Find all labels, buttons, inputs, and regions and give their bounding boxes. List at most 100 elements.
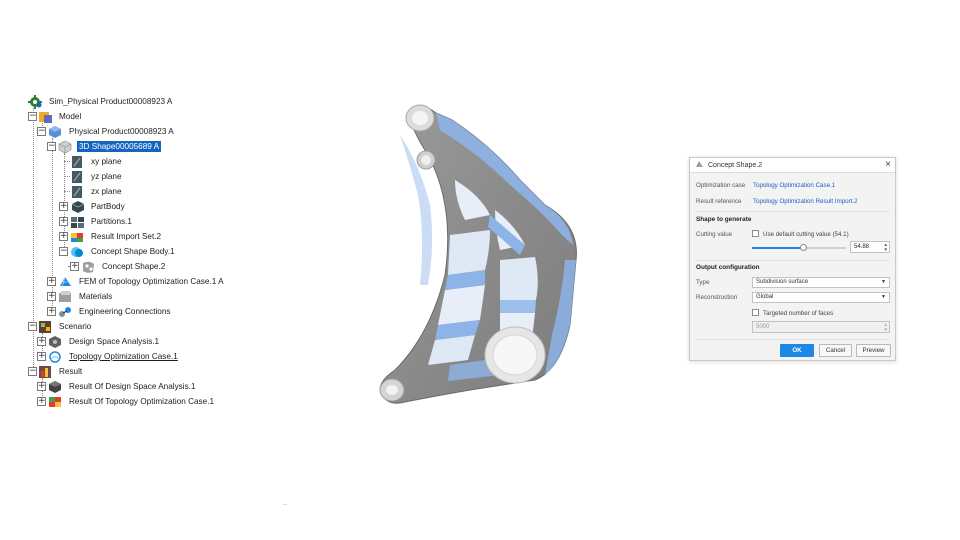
tree-item-scenario[interactable]: Scenario (38, 319, 93, 334)
cutting-value-field[interactable]: 54.88 (854, 244, 869, 250)
bottom-boss (379, 378, 405, 402)
divider (696, 339, 889, 340)
expand-toggle[interactable]: + (59, 202, 68, 211)
fem-icon (58, 275, 73, 289)
design-result-icon (48, 380, 63, 394)
tree-item-label: Result Import Set.2 (91, 232, 162, 241)
collapse-toggle[interactable]: − (28, 112, 37, 121)
collapse-toggle[interactable]: − (37, 127, 46, 136)
tree-item-design-space-result[interactable]: Result Of Design Space Analysis.1 (48, 379, 198, 394)
type-select[interactable]: Subdivision surface ▼ (752, 277, 890, 288)
ok-button[interactable]: OK (780, 344, 814, 357)
reconstruction-label: Reconstruction (696, 294, 738, 301)
3d-shape-icon (58, 140, 73, 154)
expand-toggle[interactable]: + (47, 277, 56, 286)
tree-item-zx-plane[interactable]: zx plane (70, 184, 124, 199)
tree-item-label: Topology Optimization Case.1 (69, 352, 178, 361)
collapse-toggle[interactable]: − (28, 322, 37, 331)
tree-item-yz-plane[interactable]: yz plane (70, 169, 124, 184)
tree-item-label: Sim_Physical Product00008923 A (49, 97, 173, 106)
tree-item-label: Model (59, 112, 82, 121)
tree-item-partitions[interactable]: Partitions.1 (70, 214, 134, 229)
faces-count-field[interactable]: 5000 (756, 324, 769, 330)
large-bore (484, 326, 546, 384)
specification-tree: Sim_Physical Product00008923 A − Model −… (0, 0, 300, 540)
tree-item-root[interactable]: Sim_Physical Product00008923 A (28, 94, 174, 109)
reconstruction-select[interactable]: Global ▼ (752, 292, 890, 303)
use-default-checkbox[interactable] (752, 230, 759, 237)
result-icon (38, 365, 53, 379)
faces-count-stepper[interactable]: 5000 ▲ ▼ (752, 321, 890, 333)
tree-item-materials[interactable]: Materials (58, 289, 114, 304)
collapse-toggle[interactable]: − (59, 247, 68, 256)
preview-button[interactable]: Preview (856, 344, 891, 357)
tree-item-label: zx plane (91, 187, 122, 196)
type-value: Subdivision surface (756, 279, 809, 285)
tree-item-label: Concept Shape.2 (102, 262, 166, 271)
dialog-title: Concept Shape.2 (708, 161, 763, 169)
tree-item-label: Scenario (59, 322, 92, 331)
tree-item-result-import-set[interactable]: Result Import Set.2 (70, 229, 163, 244)
tree-item-label: Result Of Topology Optimization Case.1 (69, 397, 215, 406)
cutting-slider-fill (752, 247, 804, 249)
bracket-model[interactable] (340, 85, 630, 425)
tree-item-label: Concept Shape Body.1 (91, 247, 175, 256)
tree-item-label: 3D Shape00005689 A (77, 141, 162, 152)
tree-item-xy-plane[interactable]: xy plane (70, 154, 124, 169)
cancel-button[interactable]: Cancel (819, 344, 852, 357)
plane-icon (70, 185, 85, 199)
expand-toggle[interactable]: + (47, 307, 56, 316)
targeted-faces-checkbox[interactable] (752, 309, 759, 316)
collapse-toggle[interactable]: − (28, 367, 37, 376)
collapse-toggle[interactable]: − (47, 142, 56, 151)
expand-toggle[interactable]: + (37, 382, 46, 391)
expand-toggle[interactable]: + (37, 397, 46, 406)
reconstruction-value: Global (756, 294, 774, 300)
close-icon[interactable]: × (885, 159, 891, 170)
tree-item-label: yz plane (91, 172, 122, 181)
upper-boss (416, 150, 436, 170)
tree-item-model[interactable]: Model (38, 109, 83, 124)
cutting-value-stepper[interactable]: 54.88 ▲ ▼ (850, 241, 890, 253)
cutting-slider-thumb[interactable] (800, 244, 808, 251)
plane-icon (70, 155, 85, 169)
stepper-arrows-icon[interactable]: ▲ ▼ (884, 242, 888, 252)
optimization-case-link[interactable]: Topology Optimization Case.1 (753, 182, 835, 189)
concept-shape-dialog: Concept Shape.2 × Optimization case Topo… (689, 157, 896, 361)
optimization-case-label: Optimization case (696, 182, 746, 189)
tree-item-concept-shape-body[interactable]: Concept Shape Body.1 (70, 244, 177, 259)
expand-toggle[interactable]: + (59, 217, 68, 226)
3d-viewport[interactable] (340, 85, 630, 425)
shape-section-title: Shape to generate (696, 216, 752, 223)
tree-connector (33, 108, 34, 375)
tree-item-result[interactable]: Result (38, 364, 84, 379)
tree-item-fem[interactable]: FEM of Topology Optimization Case.1 A (58, 274, 226, 289)
tree-item-3d-shape[interactable]: 3D Shape00005689 A (58, 139, 162, 154)
expand-toggle[interactable]: + (37, 337, 46, 346)
tree-item-concept-shape[interactable]: Concept Shape.2 (81, 259, 167, 274)
tree-item-label: Partitions.1 (91, 217, 132, 226)
concept-body-icon (70, 245, 85, 259)
dialog-titlebar[interactable]: Concept Shape.2 × (690, 158, 895, 173)
tree-item-topology-optimization-case[interactable]: Topology Optimization Case.1 (48, 349, 180, 364)
web-opening (500, 257, 538, 300)
use-default-label: Use default cutting value (54.1) (763, 231, 849, 238)
expand-toggle[interactable]: + (59, 232, 68, 241)
tree-item-label: Physical Product00008923 A (69, 127, 174, 136)
stepper-arrows-icon[interactable]: ▲ ▼ (884, 322, 888, 332)
tree-item-physical-product[interactable]: Physical Product00008923 A (48, 124, 176, 139)
expand-toggle[interactable]: + (70, 262, 79, 271)
expand-toggle[interactable]: + (47, 292, 56, 301)
tree-item-topology-result[interactable]: Result Of Topology Optimization Case.1 (48, 394, 216, 409)
result-reference-link[interactable]: Topology Optimization Result Import.2 (753, 198, 858, 205)
tree-item-design-space-analysis[interactable]: Design Space Analysis.1 (48, 334, 161, 349)
result-reference-label: Result reference (696, 198, 742, 205)
plane-icon (70, 170, 85, 184)
expand-toggle[interactable]: + (37, 352, 46, 361)
tree-item-label: FEM of Topology Optimization Case.1 A (79, 277, 224, 286)
tree-item-engineering-connections[interactable]: Engineering Connections (58, 304, 173, 319)
divider (696, 211, 889, 212)
cutting-slider-track[interactable] (752, 244, 846, 251)
tree-item-partbody[interactable]: PartBody (70, 199, 127, 214)
output-section-title: Output configuration (696, 264, 760, 271)
